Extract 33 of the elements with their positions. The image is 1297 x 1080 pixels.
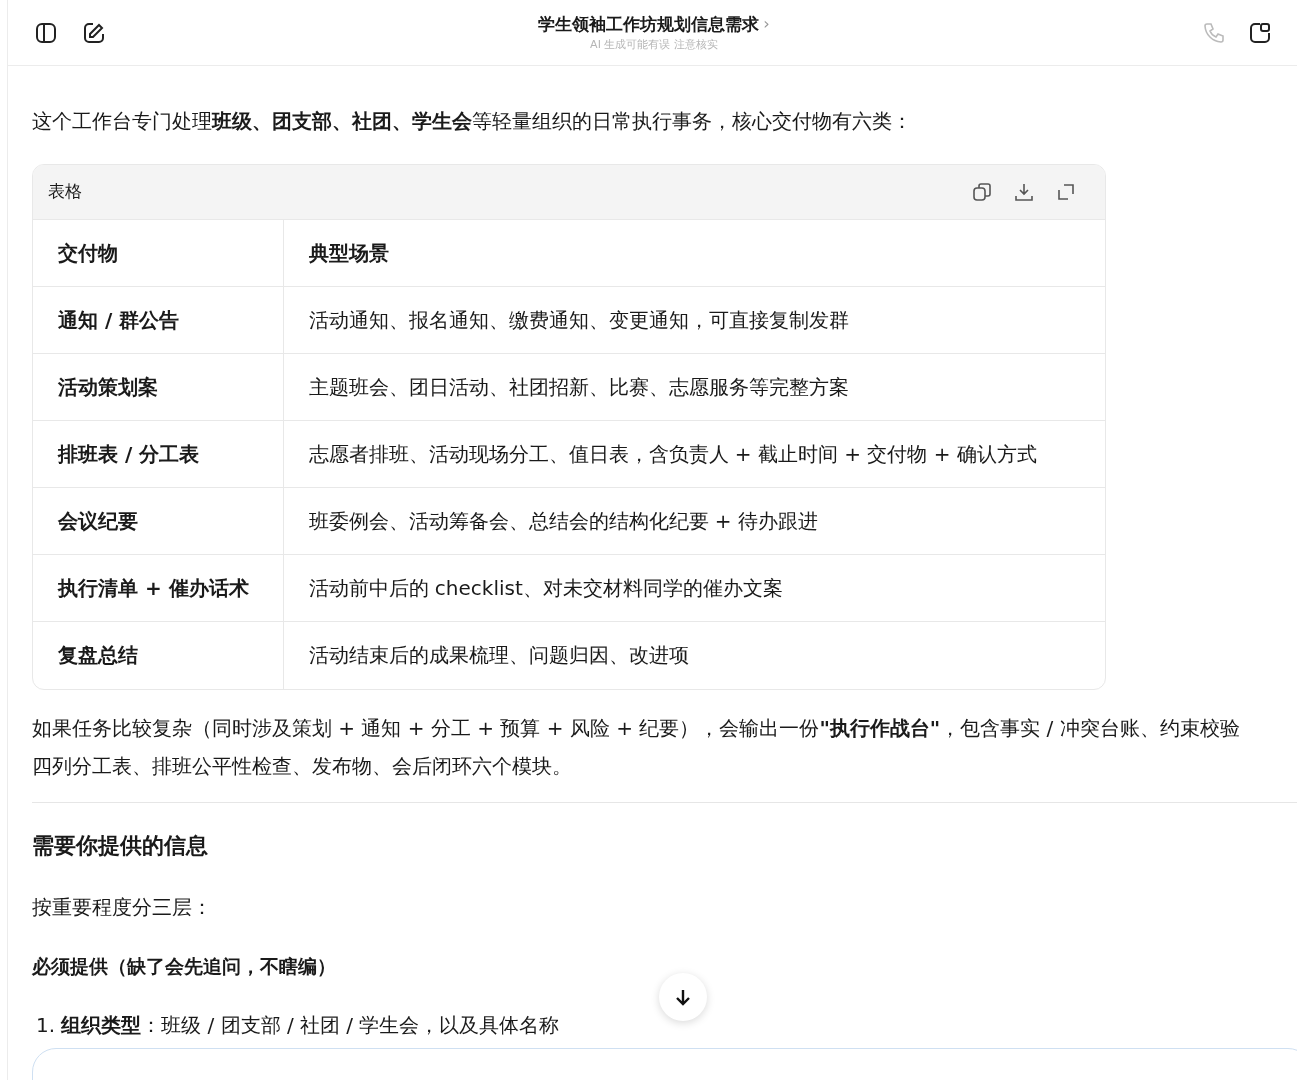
column-header: 交付物	[33, 219, 283, 287]
edit-icon[interactable]	[82, 20, 106, 45]
expand-icon[interactable]	[1056, 182, 1076, 202]
table-cell: 活动通知、报名通知、缴费通知、变更通知，可直接复制发群	[283, 286, 1105, 354]
new-chat-icon[interactable]	[1248, 20, 1272, 45]
copy-icon[interactable]	[972, 182, 992, 202]
table-cell: 复盘总结	[33, 621, 283, 689]
table-cell: 活动结束后的成果梳理、问题归因、改进项	[283, 621, 1105, 689]
table-cell: 通知 / 群公告	[33, 286, 283, 354]
table-cell: 活动策划案	[33, 353, 283, 421]
table-cell: 主题班会、团日活动、社团招新、比赛、志愿服务等完整方案	[283, 353, 1105, 421]
table-cell: 志愿者排班、活动现场分工、值日表，含负责人 + 截止时间 + 交付物 + 确认方式	[283, 420, 1105, 488]
scroll-down-button[interactable]	[659, 973, 707, 1021]
sidebar-icon[interactable]	[34, 20, 58, 45]
table-cell: 执行清单 + 催办话术	[33, 554, 283, 622]
table-cell: 会议纪要	[33, 487, 283, 555]
body-text: 四列分工表、排班公平性检查、发布物、会后闭环六个模块。	[32, 752, 573, 780]
subheading: 必须提供（缺了会先追问，不瞎编）	[32, 953, 337, 979]
table-label: 表格	[48, 180, 82, 204]
intro-text: 这个工作台专门处理班级、团支部、社团、学生会等轻量组织的日常执行事务，核心交付物有六类：	[32, 108, 913, 135]
section-intro: 按重要程度分三层：	[32, 893, 213, 921]
column-header: 典型场景	[283, 219, 1105, 287]
download-icon[interactable]	[1014, 182, 1034, 202]
table-cell: 排班表 / 分工表	[33, 420, 283, 488]
section-heading: 需要你提供的信息	[32, 831, 209, 860]
table-cell: 活动前中后的 checklist、对未交材料同学的催办文案	[283, 554, 1105, 622]
list-item-text: 组织类型：班级 / 团支部 / 社团 / 学生会，以及具体名称	[61, 1012, 560, 1039]
conversation-title[interactable]: 学生领袖工作坊规划信息需求	[538, 11, 760, 37]
arrow-down-icon	[673, 987, 693, 1007]
table-cell: 班委例会、活动筹备会、总结会的结构化纪要 + 待办跟进	[283, 487, 1105, 555]
body-text: 如果任务比较复杂（同时涉及策划 + 通知 + 分工 + 预算 + 风险 + 纪要），会输出一份"执行作战台"，包含事实 / 冲突台账、约束校验	[32, 714, 1241, 742]
disclaimer: AI 生成可能有误 注意核实	[590, 37, 718, 53]
list-number: 1.	[36, 1012, 56, 1039]
